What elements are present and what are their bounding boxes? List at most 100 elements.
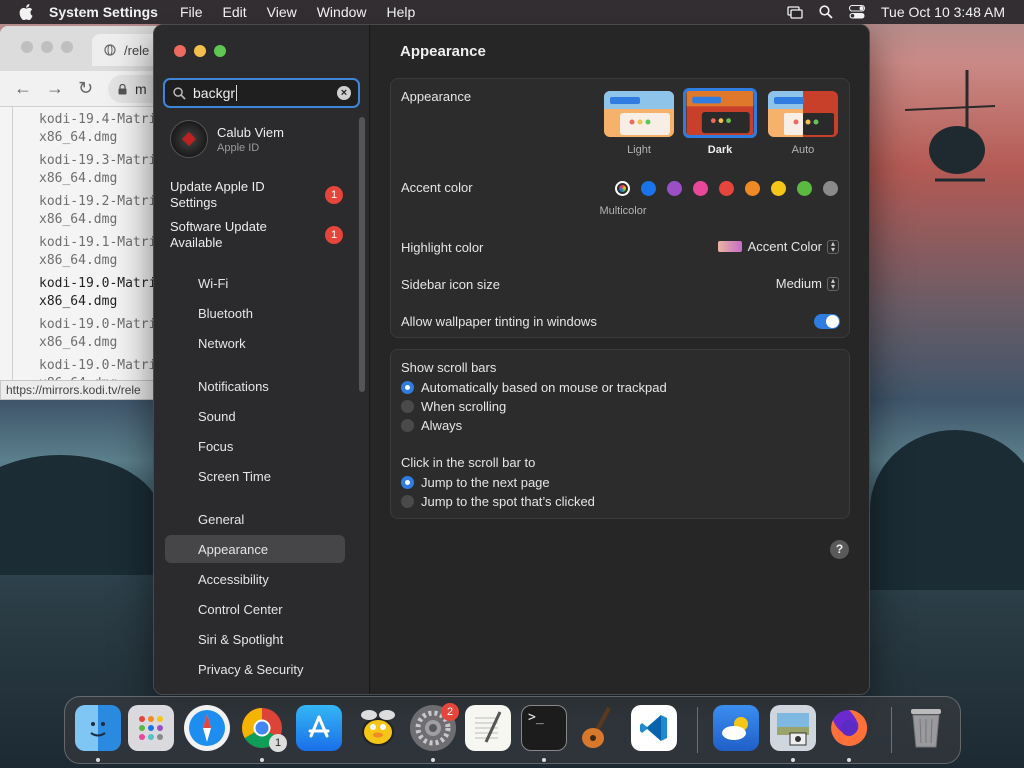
app-store-icon[interactable] [296, 705, 342, 751]
search-input-value[interactable]: backgr [193, 85, 238, 101]
sidebar-item-bluetooth[interactable]: Bluetooth [165, 299, 345, 327]
accent-color-swatch[interactable] [615, 181, 630, 196]
trash-icon[interactable] [903, 705, 949, 751]
scroll-option-when-scrolling[interactable]: When scrolling [401, 399, 506, 414]
sidebar-item-accessibility[interactable]: Accessibility [165, 565, 345, 593]
click-option-spot-clicked[interactable]: Jump to the spot that’s clicked [401, 494, 595, 509]
reload-icon[interactable]: ↻ [78, 78, 93, 99]
appearance-light-option[interactable] [604, 91, 674, 137]
settings-badge: 2 [441, 703, 459, 721]
file-link[interactable]: kodi-19.1-Matrix x86_64.dmg [39, 234, 170, 270]
dock: 1 2 >_ [64, 696, 961, 764]
sidebar-item-sound[interactable]: Sound [165, 402, 345, 430]
menu-view[interactable]: View [267, 4, 297, 20]
textedit-icon[interactable] [465, 705, 511, 751]
accent-color-swatch[interactable] [797, 181, 812, 196]
garageband-icon[interactable] [576, 705, 622, 751]
menu-help[interactable]: Help [387, 4, 416, 20]
dock-separator [891, 707, 892, 753]
software-update-alert[interactable]: Software Update Available 1 [170, 219, 355, 251]
control-center-icon[interactable] [849, 5, 865, 19]
accent-color-label: Accent color [401, 180, 473, 195]
file-link[interactable]: kodi-19.3-Matrix x86_64.dmg [39, 152, 170, 188]
wallpaper-island-left [0, 455, 160, 575]
accent-color-swatch[interactable] [693, 181, 708, 196]
settings-sidebar: backgr × Calub Viem Apple ID Update Appl… [154, 25, 370, 694]
apple-id-profile[interactable]: Calub Viem Apple ID [170, 120, 284, 158]
close-window-button[interactable] [174, 45, 186, 57]
file-link[interactable]: kodi-19.2-Matrix x86_64.dmg [39, 193, 170, 229]
sidebar-item-privacy-security[interactable]: Privacy & Security [165, 655, 345, 683]
firefox-icon[interactable] [826, 705, 872, 751]
accent-color-swatch[interactable] [823, 181, 838, 196]
browser-minimize-light[interactable] [41, 41, 53, 53]
sidebar-item-notifications[interactable]: Notifications [165, 372, 345, 400]
vscode-icon[interactable] [631, 705, 677, 751]
update-apple-id-alert[interactable]: Update Apple ID Settings 1 [170, 179, 355, 211]
browser-window: /rele ← → ↻ m kodi-19.4-Matrix x86_64.dmg… [0, 26, 170, 398]
finder-icon[interactable] [75, 705, 121, 751]
sidebar-icon-size-popup[interactable]: Medium ▴ ▾ [776, 276, 839, 291]
preview-icon[interactable] [770, 705, 816, 751]
apple-menu-icon[interactable] [19, 4, 35, 20]
menu-bar: System Settings File Edit View Window He… [0, 0, 1024, 24]
appearance-settings-group: Appearance Light Dark Auto Accent color … [390, 78, 850, 338]
sidebar-item-focus[interactable]: Focus [165, 432, 345, 460]
sidebar-item-siri-spotlight[interactable]: Siri & Spotlight [165, 625, 345, 653]
menu-app-name[interactable]: System Settings [49, 4, 158, 20]
browser-tab-bar: /rele [0, 26, 170, 71]
menu-window[interactable]: Window [317, 4, 367, 20]
menu-file[interactable]: File [180, 4, 203, 20]
browser-status-url: https://mirrors.kodi.tv/rele [0, 380, 160, 400]
cyberduck-icon[interactable] [355, 705, 401, 751]
sidebar-item-control-center[interactable]: Control Center [165, 595, 345, 623]
browser-close-light[interactable] [21, 41, 33, 53]
file-link[interactable]: kodi-19.4-Matrix x86_64.dmg [39, 111, 170, 147]
browser-zoom-light[interactable] [61, 41, 73, 53]
system-settings-window: backgr × Calub Viem Apple ID Update Appl… [153, 24, 870, 695]
accent-color-swatch[interactable] [641, 181, 656, 196]
clear-search-icon[interactable]: × [337, 86, 351, 100]
forward-arrow-icon[interactable]: → [46, 78, 64, 99]
sidebar-item-network[interactable]: Network [165, 329, 345, 357]
accent-color-swatch[interactable] [719, 181, 734, 196]
safari-icon[interactable] [184, 705, 230, 751]
sidebar-item-general[interactable]: General [165, 505, 345, 533]
appearance-auto-label: Auto [791, 144, 815, 156]
help-button[interactable]: ? [830, 540, 849, 559]
menu-edit[interactable]: Edit [223, 4, 247, 20]
weather-icon[interactable] [713, 705, 759, 751]
accent-color-swatch[interactable] [667, 181, 682, 196]
popup-chevron-icon: ▴ ▾ [827, 276, 839, 291]
accent-color-swatch[interactable] [745, 181, 760, 196]
sidebar-item-wifi[interactable]: Wi-Fi [165, 269, 345, 297]
back-arrow-icon[interactable]: ← [14, 78, 32, 99]
window-traffic-lights [174, 45, 234, 57]
appearance-label: Appearance [401, 89, 472, 104]
running-indicator [260, 758, 264, 762]
file-link[interactable]: kodi-19.0-Matrixx86_64.dmg [39, 275, 170, 311]
screen-mirroring-icon[interactable] [787, 5, 803, 19]
wallpaper-tinting-label: Allow wallpaper tinting in windows [401, 314, 597, 329]
zoom-window-button[interactable] [214, 45, 226, 57]
appearance-auto-option[interactable] [768, 91, 838, 137]
sidebar-item-screen-time[interactable]: Screen Time [165, 462, 345, 490]
menu-clock[interactable]: Tue Oct 10 3:48 AM [881, 4, 1005, 20]
launchpad-icon[interactable] [128, 705, 174, 751]
file-link[interactable]: kodi-19.0-Matrixx86_64.dmg [39, 316, 170, 352]
highlight-color-popup[interactable]: Accent Color ▴ ▾ [717, 239, 839, 254]
profile-subtitle: Apple ID [217, 141, 260, 154]
minimize-window-button[interactable] [194, 45, 206, 57]
accent-color-swatch[interactable] [771, 181, 786, 196]
scroll-option-automatic[interactable]: Automatically based on mouse or trackpad [401, 380, 667, 395]
highlight-color-label: Highlight color [401, 240, 484, 255]
settings-search-field[interactable]: backgr × [163, 78, 360, 108]
sidebar-item-appearance[interactable]: Appearance [165, 535, 345, 563]
wallpaper-tinting-toggle[interactable] [814, 314, 840, 329]
click-option-next-page[interactable]: Jump to the next page [401, 475, 550, 490]
appearance-dark-option[interactable] [683, 88, 757, 138]
sidebar-scrollbar[interactable] [359, 117, 365, 392]
terminal-icon[interactable]: >_ [521, 705, 567, 751]
spotlight-search-icon[interactable] [819, 5, 833, 19]
scroll-option-always[interactable]: Always [401, 418, 462, 433]
